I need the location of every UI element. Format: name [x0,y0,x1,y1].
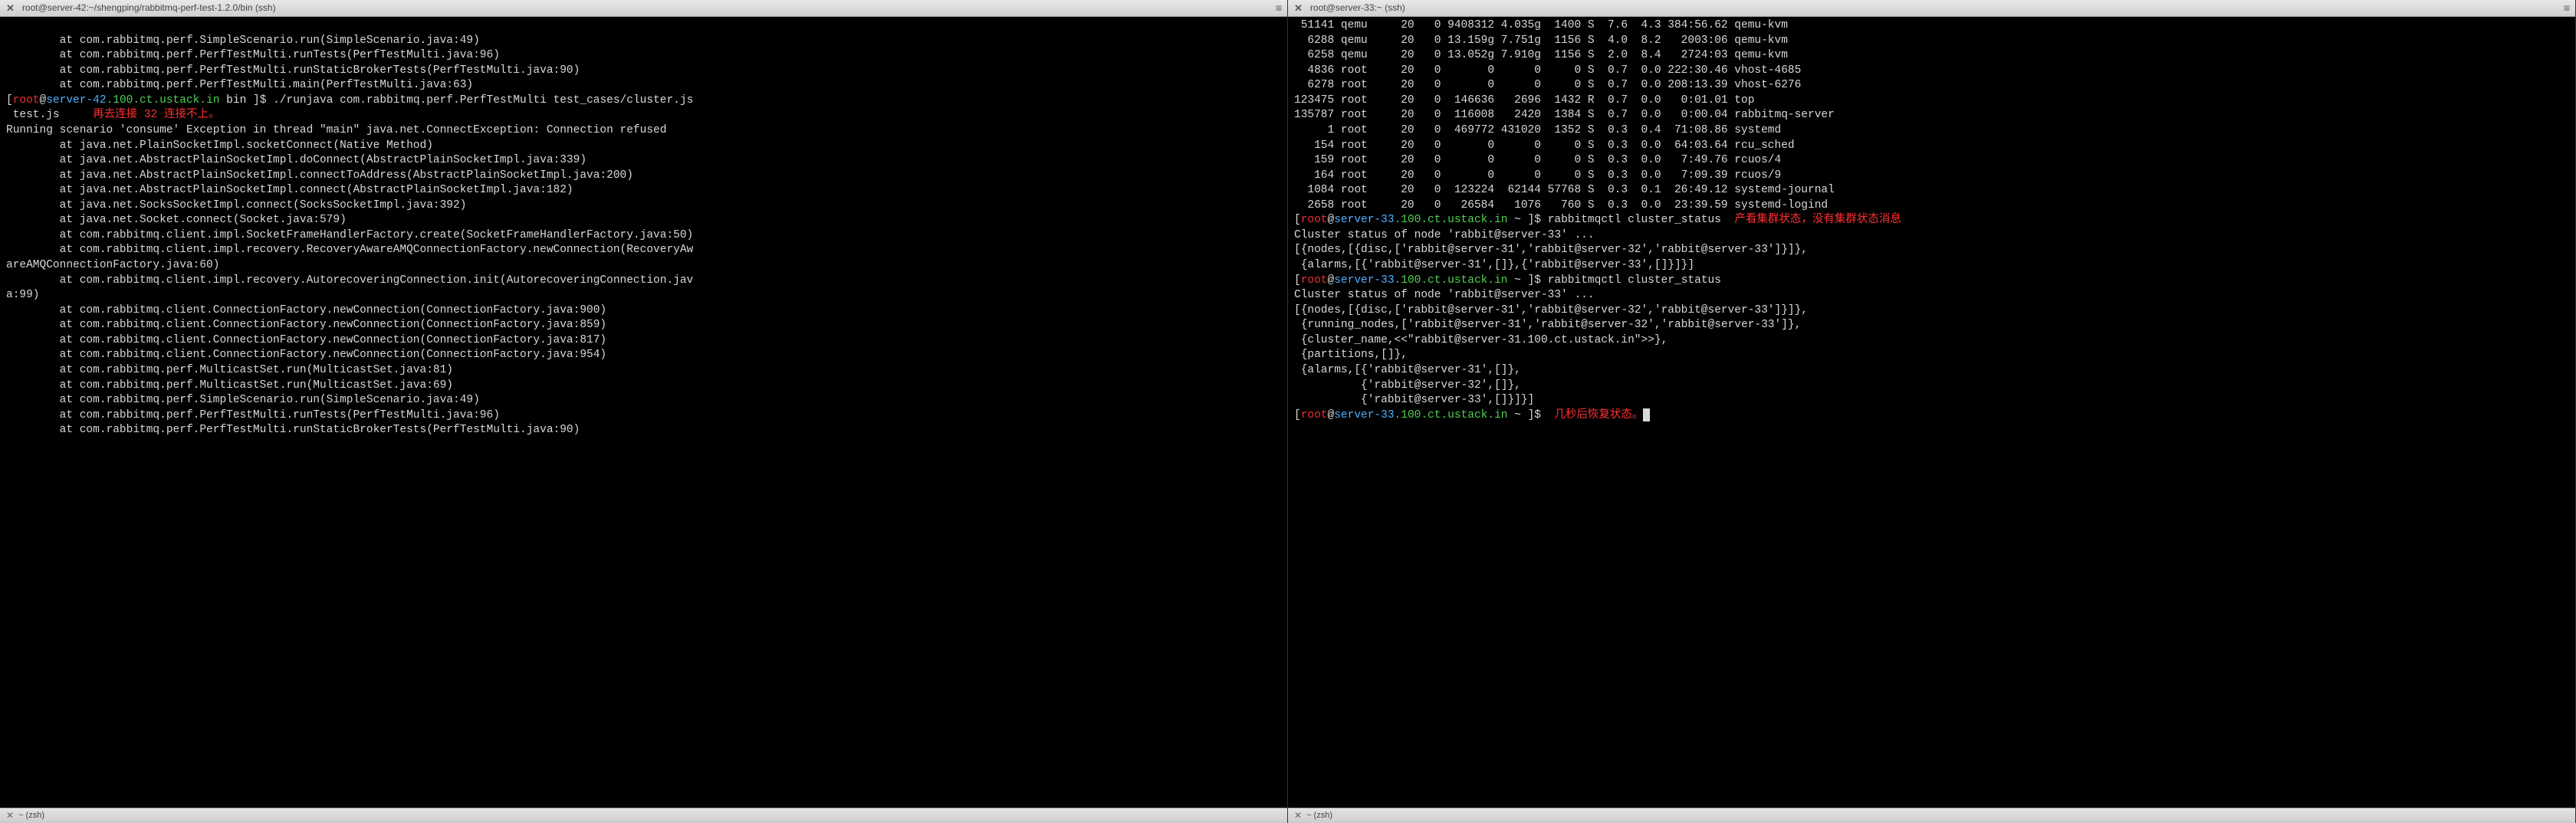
shell-prompt: [root@server-33.100.ct.ustack.in ~ ]$ [1294,409,1548,421]
menu-icon[interactable]: ≡ [2564,1,2569,15]
stack-line: at com.rabbitmq.client.impl.SocketFrameH… [6,229,693,241]
cursor [1643,408,1650,421]
close-icon[interactable]: ✕ [6,2,15,15]
output-line: test.js [6,109,60,121]
shell-prompt: [root@server-33.100.ct.ustack.in ~ ]$ [1294,214,1548,226]
top-process-row: 6258 qemu 20 0 13.052g 7.910g 1156 S 2.0… [1294,49,1788,61]
annotation-red: 再去连接 32 连接不上。 [93,109,219,121]
close-tab-icon[interactable]: ✕ [6,809,14,821]
stack-line: at java.net.AbstractPlainSocketImpl.doCo… [6,154,586,166]
close-tab-icon[interactable]: ✕ [1294,809,1302,821]
stack-line: at java.net.AbstractPlainSocketImpl.conn… [6,169,633,182]
left-terminal[interactable]: at com.rabbitmq.perf.SimpleScenario.run(… [0,17,1287,808]
right-pane: ✕ root@server-33:~ (ssh) ≡ 51141 qemu 20… [1288,0,2576,823]
output-line: {running_nodes,['rabbit@server-31','rabb… [1294,319,1801,331]
output-line: Running scenario 'consume' Exception in … [6,124,666,136]
command-text: ./runjava com.rabbitmq.perf.PerfTestMult… [273,94,693,107]
shell-prompt: [root@server-42.100.ct.ustack.in bin ]$ [6,94,273,107]
command-text: rabbitmqctl cluster_status [1548,214,1721,226]
top-process-row: 51141 qemu 20 0 9408312 4.035g 1400 S 7.… [1294,19,1788,31]
output-line: {'rabbit@server-32',[]}, [1294,379,1521,392]
right-terminal[interactable]: 51141 qemu 20 0 9408312 4.035g 1400 S 7.… [1288,17,2575,808]
top-process-row: 2658 root 20 0 26584 1076 760 S 0.3 0.0 … [1294,199,1828,211]
stack-line: a:99) [6,289,40,301]
stack-line: at java.net.Socket.connect(Socket.java:5… [6,214,347,226]
top-process-row: 1 root 20 0 469772 431020 1352 S 0.3 0.4… [1294,124,1781,136]
left-title-bar: ✕ root@server-42:~/shengping/rabbitmq-pe… [0,0,1287,17]
stack-line: at java.net.PlainSocketImpl.socketConnec… [6,139,433,152]
output-line: {partitions,[]}, [1294,349,1408,361]
stack-line: at java.net.AbstractPlainSocketImpl.conn… [6,184,573,196]
close-icon[interactable]: ✕ [1294,2,1303,15]
status-text: ~ (zsh) [18,810,44,821]
annotation-red: 几秒后恢复状态。 [1554,409,1643,421]
stack-line: areAMQConnectionFactory.java:60) [6,259,219,271]
stack-line: at com.rabbitmq.perf.PerfTestMulti.runSt… [6,424,580,436]
top-process-row: 135787 root 20 0 116008 2420 1384 S 0.7 … [1294,109,1835,121]
top-process-list: 51141 qemu 20 0 9408312 4.035g 1400 S 7.… [1294,18,2569,213]
top-process-row: 154 root 20 0 0 0 0 S 0.3 0.0 64:03.64 r… [1294,139,1795,152]
stack-line: at com.rabbitmq.client.impl.recovery.Aut… [6,274,693,287]
stack-line: at com.rabbitmq.perf.PerfTestMulti.runTe… [6,49,500,61]
stack-line: at com.rabbitmq.perf.SimpleScenario.run(… [6,394,480,406]
stack-line: at java.net.SocksSocketImpl.connect(Sock… [6,199,466,211]
right-status-bar: ✕ ~ (zsh) [1288,808,2575,823]
menu-icon[interactable]: ≡ [1276,1,1281,15]
top-process-row: 6278 root 20 0 0 0 0 S 0.7 0.0 208:13.39… [1294,79,1801,91]
stack-line: at com.rabbitmq.perf.PerfTestMulti.runTe… [6,409,500,421]
right-title-bar: ✕ root@server-33:~ (ssh) ≡ [1288,0,2575,17]
top-process-row: 1084 root 20 0 123224 62144 57768 S 0.3 … [1294,184,1835,196]
output-line: {alarms,[{'rabbit@server-31',[]},{'rabbi… [1294,259,1694,271]
annotation-red: 产看集群状态，没有集群状态消息 [1734,214,1901,226]
left-status-bar: ✕ ~ (zsh) [0,808,1287,823]
top-process-row: 123475 root 20 0 146636 2696 1432 R 0.7 … [1294,94,1754,107]
right-title: root@server-33:~ (ssh) [1310,2,1405,14]
left-pane: ✕ root@server-42:~/shengping/rabbitmq-pe… [0,0,1288,823]
command-text: rabbitmqctl cluster_status [1548,274,1721,287]
stack-line: at com.rabbitmq.perf.PerfTestMulti.runSt… [6,64,580,77]
output-line: Cluster status of node 'rabbit@server-33… [1294,229,1595,241]
output-line: [{nodes,[{disc,['rabbit@server-31','rabb… [1294,244,1808,256]
output-line: Cluster status of node 'rabbit@server-33… [1294,289,1595,301]
stack-line: at com.rabbitmq.client.ConnectionFactory… [6,349,606,361]
stack-line: at com.rabbitmq.perf.PerfTestMulti.main(… [6,79,473,91]
stack-line: at com.rabbitmq.perf.MulticastSet.run(Mu… [6,379,453,392]
stack-line: at com.rabbitmq.perf.SimpleScenario.run(… [6,34,480,47]
output-line: [{nodes,[{disc,['rabbit@server-31','rabb… [1294,304,1808,316]
stack-line: at com.rabbitmq.client.ConnectionFactory… [6,319,606,331]
top-process-row: 159 root 20 0 0 0 0 S 0.3 0.0 7:49.76 rc… [1294,154,1781,166]
output-line: {'rabbit@server-33',[]}]}] [1294,394,1534,406]
left-title: root@server-42:~/shengping/rabbitmq-perf… [22,2,276,14]
top-process-row: 164 root 20 0 0 0 0 S 0.3 0.0 7:09.39 rc… [1294,169,1781,182]
status-text: ~ (zsh) [1306,810,1332,821]
top-process-row: 6288 qemu 20 0 13.159g 7.751g 1156 S 4.0… [1294,34,1788,47]
shell-prompt: [root@server-33.100.ct.ustack.in ~ ]$ [1294,274,1548,287]
output-line: {alarms,[{'rabbit@server-31',[]}, [1294,364,1521,376]
stack-line: at com.rabbitmq.client.ConnectionFactory… [6,334,606,346]
stack-line: at com.rabbitmq.perf.MulticastSet.run(Mu… [6,364,453,376]
output-line: {cluster_name,<<"rabbit@server-31.100.ct… [1294,334,1668,346]
stack-line: at com.rabbitmq.client.impl.recovery.Rec… [6,244,693,256]
stack-line: at com.rabbitmq.client.ConnectionFactory… [6,304,606,316]
top-process-row: 4836 root 20 0 0 0 0 S 0.7 0.0 222:30.46… [1294,64,1801,77]
